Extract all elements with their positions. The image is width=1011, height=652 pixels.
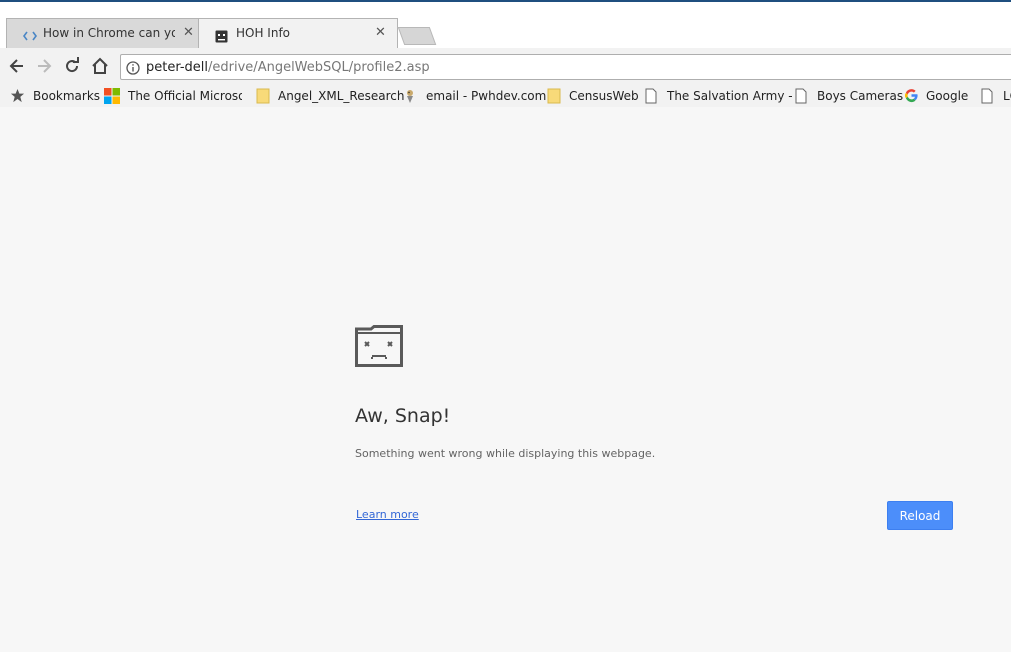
bookmark-label: LC: [1003, 89, 1011, 103]
star-icon: [10, 88, 26, 104]
learn-more-link[interactable]: Learn more: [356, 508, 419, 521]
back-icon[interactable]: [7, 56, 27, 76]
folder-icon: [547, 88, 563, 104]
folder-icon: [256, 88, 272, 104]
reload-icon[interactable]: [62, 56, 82, 76]
tab-title: HOH Info: [236, 26, 291, 40]
bird-icon: [403, 88, 419, 104]
new-tab-button[interactable]: [397, 27, 437, 45]
google-icon: [904, 88, 920, 104]
close-icon[interactable]: ✕: [183, 25, 194, 40]
code-icon: [23, 27, 37, 46]
url-path: /edrive/AngelWebSQL/profile2.asp: [208, 60, 430, 75]
bookmark-microsoft[interactable]: The Official Microsoft: [104, 88, 242, 104]
url-text[interactable]: peter-dell/edrive/AngelWebSQL/profile2.a…: [146, 60, 430, 75]
browser-chrome: How in Chrome can you ✕ HOH Info ✕ peter…: [0, 0, 1011, 109]
error-page: Aw, Snap! Something went wrong while dis…: [0, 107, 1011, 652]
close-icon[interactable]: ✕: [375, 25, 386, 40]
page-icon: [645, 88, 661, 104]
bookmark-label: Boys Cameras: [817, 89, 904, 103]
bookmark-label: email - Pwhdev.com: [426, 89, 547, 103]
bookmarks-bar: Bookmarks The Official Microsoft Angel_X…: [0, 84, 1011, 109]
microsoft-logo-icon: [104, 88, 120, 104]
bookmark-lc[interactable]: LC: [981, 88, 1011, 104]
sad-folder-icon: [355, 325, 403, 371]
url-host: peter-dell: [146, 60, 209, 75]
address-bar[interactable]: peter-dell/edrive/AngelWebSQL/profile2.a…: [120, 54, 1011, 80]
tab-strip: How in Chrome can you ✕ HOH Info ✕: [0, 2, 1011, 48]
error-message: Something went wrong while displaying th…: [355, 447, 656, 460]
tab-hoh-info[interactable]: HOH Info ✕: [198, 18, 398, 48]
bookmark-label: Google: [926, 89, 969, 103]
reload-button[interactable]: Reload: [887, 501, 953, 530]
page-icon: [981, 88, 997, 104]
tab-how-in-chrome[interactable]: How in Chrome can you ✕: [6, 18, 202, 48]
home-icon[interactable]: [90, 56, 110, 76]
error-heading: Aw, Snap!: [355, 405, 451, 427]
bookmark-label: Bookmarks: [33, 89, 101, 103]
toolbar: peter-dell/edrive/AngelWebSQL/profile2.a…: [0, 48, 1011, 84]
bookmark-label: The Salvation Army -: [667, 89, 793, 103]
page-icon: [795, 88, 811, 104]
bookmark-label: The Official Microsoft: [128, 89, 242, 103]
bookmark-label: Angel_XML_Research: [278, 89, 405, 103]
tab-title: How in Chrome can you: [43, 26, 175, 40]
bookmark-label: CensusWeb: [569, 89, 639, 103]
sad-page-icon: [215, 28, 228, 47]
info-icon[interactable]: [126, 60, 140, 79]
forward-icon[interactable]: [34, 56, 54, 76]
